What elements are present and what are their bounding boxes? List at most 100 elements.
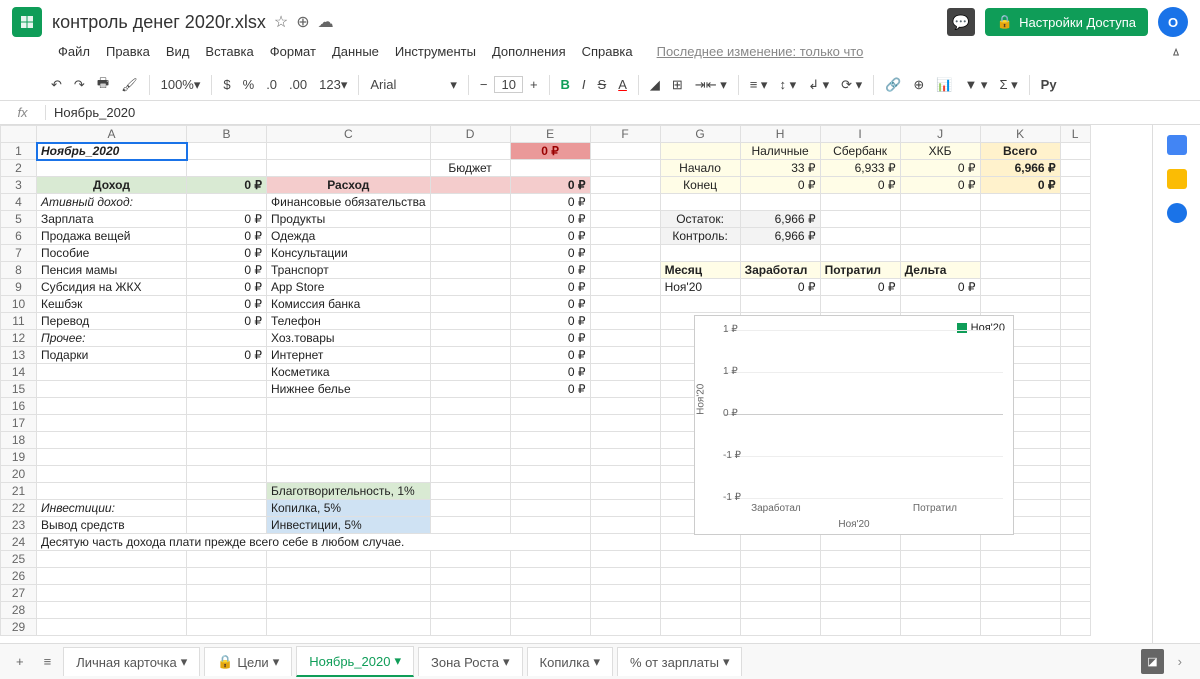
cell[interactable]: Пособие (37, 245, 187, 262)
side-panel-toggle[interactable]: › (1168, 654, 1192, 669)
print-button[interactable]: 🖶 (92, 71, 114, 99)
cell[interactable]: Продукты (267, 211, 431, 228)
cell[interactable]: Продажа вещей (37, 228, 187, 245)
cell[interactable]: ХКБ (900, 143, 980, 160)
row-header[interactable]: 22 (1, 500, 37, 517)
last-edit-link[interactable]: Последнее изменение: только что (651, 42, 870, 61)
cell[interactable]: 33 ₽ (740, 160, 820, 177)
cell[interactable]: Вывод средств (37, 517, 187, 534)
document-title[interactable]: контроль денег 2020r.xlsx (52, 12, 266, 33)
cell[interactable]: Субсидия на ЖКХ (37, 279, 187, 296)
cell[interactable]: 0 ₽ (510, 194, 590, 211)
size-plus[interactable]: + (525, 74, 543, 95)
cell[interactable]: Инвестиции, 5% (267, 517, 431, 534)
cell[interactable]: Копилка, 5% (267, 500, 431, 517)
cell[interactable]: 0 ₽ (510, 143, 590, 160)
formula-bar[interactable]: Ноябрь_2020 (46, 103, 1200, 122)
cell[interactable]: 0 ₽ (510, 381, 590, 398)
font-select[interactable]: Arial (365, 74, 443, 95)
row-header[interactable]: 2 (1, 160, 37, 177)
row-header[interactable]: 1 (1, 143, 37, 160)
row-header[interactable]: 15 (1, 381, 37, 398)
col-header-F[interactable]: F (590, 126, 660, 143)
row-header[interactable]: 9 (1, 279, 37, 296)
cell[interactable]: 0 ₽ (510, 245, 590, 262)
cell[interactable]: 0 ₽ (740, 177, 820, 194)
cell[interactable]: Бюджет (430, 160, 510, 177)
font-size-input[interactable]: 10 (494, 76, 522, 93)
paint-format-button[interactable]: 🖌 (116, 74, 143, 96)
row-header[interactable]: 29 (1, 619, 37, 636)
col-header-E[interactable]: E (510, 126, 590, 143)
row-header[interactable]: 8 (1, 262, 37, 279)
col-header-J[interactable]: J (900, 126, 980, 143)
cell[interactable]: 6,966 ₽ (740, 211, 820, 228)
cell[interactable]: Консультации (267, 245, 431, 262)
cell[interactable]: Зарплата (37, 211, 187, 228)
row-header[interactable]: 19 (1, 449, 37, 466)
cell[interactable]: Доход (37, 177, 187, 194)
cell[interactable]: Конец (660, 177, 740, 194)
cell[interactable]: Комиссия банка (267, 296, 431, 313)
row-header[interactable]: 16 (1, 398, 37, 415)
col-header-I[interactable]: I (820, 126, 900, 143)
cell[interactable]: 0 ₽ (820, 279, 900, 296)
text-color-button[interactable]: A (613, 74, 632, 95)
cell[interactable]: 0 ₽ (980, 177, 1060, 194)
cell[interactable]: 0 ₽ (900, 160, 980, 177)
col-header-L[interactable]: L (1060, 126, 1090, 143)
col-header-D[interactable]: D (430, 126, 510, 143)
calendar-icon[interactable] (1167, 135, 1187, 155)
functions-button[interactable]: Σ ▾ (994, 74, 1022, 96)
menu-edit[interactable]: Правка (100, 42, 156, 61)
cell[interactable]: 0 ₽ (187, 211, 267, 228)
collapse-toolbar-icon[interactable]: ㅿ (1164, 40, 1188, 63)
sheet-tab-active[interactable]: Ноябрь_2020 ▾ (296, 646, 414, 677)
cell[interactable]: 0 ₽ (187, 245, 267, 262)
menu-file[interactable]: Файл (52, 42, 96, 61)
cell[interactable]: 0 ₽ (900, 177, 980, 194)
row-header[interactable]: 12 (1, 330, 37, 347)
menu-format[interactable]: Формат (264, 42, 322, 61)
wrap-button[interactable]: ↲ ▾ (803, 74, 834, 96)
zoom-select[interactable]: 100% ▾ (156, 74, 206, 96)
row-header[interactable]: 18 (1, 432, 37, 449)
tasks-icon[interactable] (1167, 203, 1187, 223)
cell[interactable]: Финансовые обязательства (267, 194, 431, 211)
cell[interactable]: Кешбэк (37, 296, 187, 313)
cell[interactable]: Ативный доход: (37, 194, 187, 211)
comments-button[interactable]: 💬 (947, 8, 975, 36)
menu-view[interactable]: Вид (160, 42, 196, 61)
cell[interactable]: Месяц (660, 262, 740, 279)
select-all-corner[interactable] (1, 126, 37, 143)
cell[interactable]: 0 ₽ (900, 279, 980, 296)
menu-help[interactable]: Справка (576, 42, 639, 61)
link-button[interactable]: 🔗 (880, 74, 906, 96)
embedded-chart[interactable]: Ноя'20 Ноя'20 1 ₽ 1 ₽ 0 ₽ -1 ₽ -1 ₽ Зара… (694, 315, 1014, 535)
sheet-tab[interactable]: Личная карточка ▾ (63, 647, 200, 676)
size-minus[interactable]: − (475, 74, 493, 95)
cell[interactable]: Наличные (740, 143, 820, 160)
strike-button[interactable]: S (593, 74, 612, 95)
fill-color-button[interactable]: ◢ (645, 74, 665, 96)
row-header[interactable]: 20 (1, 466, 37, 483)
cell[interactable]: 0 ₽ (510, 279, 590, 296)
cell[interactable]: 0 ₽ (510, 296, 590, 313)
col-header-B[interactable]: B (187, 126, 267, 143)
cloud-icon[interactable]: ☁ (318, 12, 334, 32)
cell[interactable]: Интернет (267, 347, 431, 364)
cell[interactable]: Одежда (267, 228, 431, 245)
menu-insert[interactable]: Вставка (199, 42, 259, 61)
explore-button[interactable]: ◪ (1141, 649, 1163, 674)
row-header[interactable]: 24 (1, 534, 37, 551)
filter-button[interactable]: ▼ ▾ (959, 74, 992, 96)
sheet-tab[interactable]: % от зарплаты ▾ (617, 647, 743, 676)
sheet-tab[interactable]: 🔒Цели ▾ (204, 647, 292, 676)
cell[interactable]: 0 ₽ (510, 330, 590, 347)
h-align-button[interactable]: ≡ ▾ (745, 74, 773, 96)
cell[interactable]: 0 ₽ (510, 228, 590, 245)
cell[interactable]: 0 ₽ (510, 262, 590, 279)
row-header[interactable]: 14 (1, 364, 37, 381)
chart-button[interactable]: 📊 (931, 74, 957, 96)
cell[interactable]: Нижнее белье (267, 381, 431, 398)
